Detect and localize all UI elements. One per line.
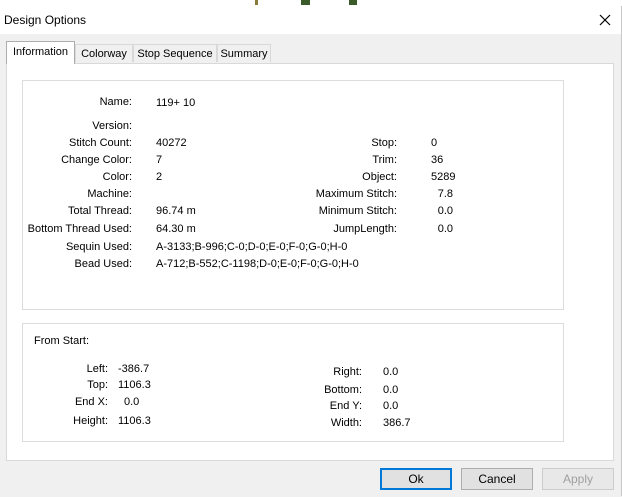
sequin-used-value: A-3133;B-996;C-0;D-0;E-0;F-0;G-0;H-0 [156, 241, 348, 253]
change-color-value: 7 [156, 154, 163, 166]
object-label: Object: [362, 171, 397, 183]
cancel-button[interactable]: Cancel [461, 468, 533, 490]
version-label: Version: [92, 120, 132, 132]
end-x-label: End X: [74, 396, 108, 408]
height-value: 1106.3 [118, 415, 151, 427]
background-artifact [255, 0, 258, 5]
design-info-group: Name: 119+ 10 Version: Stitch Count: 402… [22, 80, 564, 310]
apply-button[interactable]: Apply [542, 468, 614, 490]
information-panel: Name: 119+ 10 Version: Stitch Count: 402… [6, 63, 614, 461]
from-start-group: From Start: Left: -386.7 Top: 1106.3 End… [22, 323, 564, 442]
tab-stop-sequence[interactable]: Stop Sequence [133, 44, 217, 62]
bottom-thread-value: 64.30 m [156, 223, 196, 235]
top-label: Top: [87, 379, 108, 391]
stitch-count-value: 40272 [156, 137, 187, 149]
name-value: 119+ 10 [156, 97, 196, 109]
left-label: Left: [86, 363, 108, 375]
title-bar: Design Options [0, 6, 621, 34]
background-artifact [301, 0, 310, 5]
color-label: Color: [102, 171, 132, 183]
trim-label: Trim: [372, 154, 397, 166]
machine-label: Machine: [87, 188, 132, 200]
object-value: 5289 [431, 171, 456, 183]
tab-colorway[interactable]: Colorway [75, 44, 133, 62]
trim-value: 36 [431, 154, 444, 166]
width-label: Width: [330, 417, 362, 429]
ok-button[interactable]: Ok [380, 468, 452, 490]
bead-used-label: Bead Used: [74, 258, 132, 270]
stop-label: Stop: [371, 137, 397, 149]
background-artifact [349, 0, 357, 5]
bottom-thread-label: Bottom Thread Used: [27, 223, 132, 235]
name-label: Name: [99, 96, 132, 108]
close-button[interactable] [595, 10, 615, 30]
bottom-value: 0.0 [383, 384, 399, 396]
tab-information[interactable]: Information [6, 41, 75, 64]
right-value: 0.0 [383, 366, 399, 378]
bead-used-value: A-712;B-552;C-1198;D-0;E-0;F-0;G-0;H-0 [156, 258, 359, 270]
total-thread-label: Total Thread: [67, 205, 132, 217]
right-label: Right: [333, 366, 362, 378]
minimum-stitch-label: Minimum Stitch: [318, 205, 397, 217]
color-value: 2 [156, 171, 163, 183]
jump-length-value: 0.0 [437, 223, 453, 235]
maximum-stitch-value: 7.8 [437, 188, 453, 200]
height-label: Height: [73, 415, 108, 427]
total-thread-value: 96.74 m [156, 205, 196, 217]
dialog-title: Design Options [4, 13, 87, 27]
design-options-dialog: Design Options Information Colorway Stop… [0, 6, 622, 496]
sequin-used-label: Sequin Used: [65, 241, 132, 253]
change-color-label: Change Color: [61, 154, 132, 166]
from-start-title: From Start: [34, 335, 90, 347]
left-value: -386.7 [118, 363, 150, 375]
stop-value: 0 [431, 137, 438, 149]
top-value: 1106.3 [118, 379, 151, 391]
width-value: 386.7 [383, 417, 411, 429]
stitch-count-label: Stitch Count: [69, 137, 132, 149]
close-icon [599, 14, 611, 26]
tab-summary[interactable]: Summary [217, 44, 271, 62]
maximum-stitch-label: Maximum Stitch: [315, 188, 397, 200]
end-x-value: 0.0 [124, 396, 140, 408]
end-y-value: 0.0 [383, 400, 399, 412]
end-y-label: End Y: [329, 400, 362, 412]
minimum-stitch-value: 0.0 [437, 205, 453, 217]
jump-length-label: JumpLength: [333, 223, 397, 235]
bottom-label: Bottom: [324, 384, 362, 396]
